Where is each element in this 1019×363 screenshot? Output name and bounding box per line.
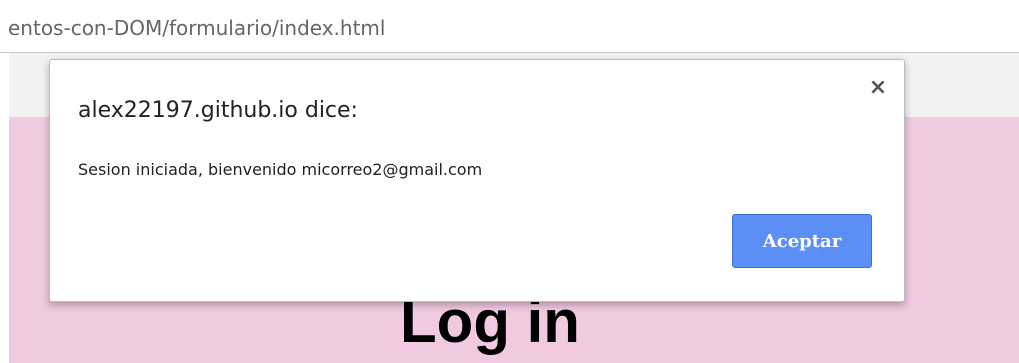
- alert-dialog-message: Sesion iniciada, bienvenido micorreo2@gm…: [78, 160, 483, 179]
- close-icon[interactable]: ×: [868, 77, 888, 99]
- window-left-edge: [0, 53, 9, 363]
- alert-dialog: alex22197.github.io dice: × Sesion inici…: [49, 59, 905, 302]
- alert-dialog-title: alex22197.github.io dice:: [78, 98, 358, 123]
- address-bar[interactable]: entos-con-DOM/formulario/index.html: [0, 0, 1019, 52]
- accept-button[interactable]: Aceptar: [732, 214, 872, 268]
- url-text[interactable]: entos-con-DOM/formulario/index.html: [8, 16, 385, 40]
